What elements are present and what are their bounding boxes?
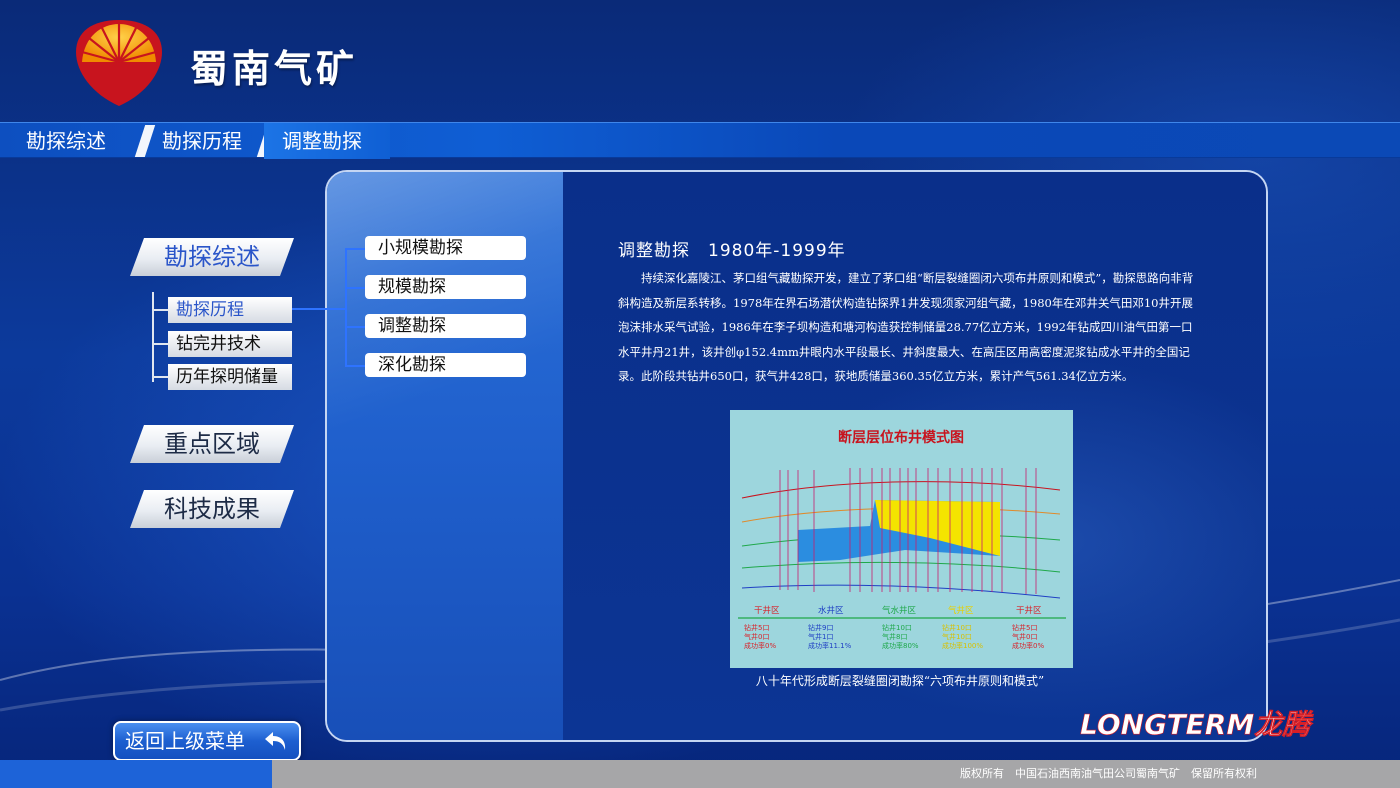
submenu-rail xyxy=(152,292,154,382)
zone-stat: 气井8口 xyxy=(882,632,907,641)
zone-name: 气水井区 xyxy=(882,605,917,616)
tree-trunk xyxy=(345,248,347,366)
breadcrumb-item-current[interactable]: 调整勘探 xyxy=(264,123,390,159)
submenu-tick xyxy=(152,343,168,345)
zone-stat: 成功率0% xyxy=(744,641,776,650)
zone-stat: 气井10口 xyxy=(942,632,972,641)
figure-title: 断层层位布井模式图 xyxy=(838,429,964,446)
back-to-menu-button[interactable]: 返回上级菜单 xyxy=(113,721,301,761)
submenu-item-drilling[interactable]: 钻完井技术 xyxy=(168,331,292,357)
submenu-item-history[interactable]: 勘探历程 xyxy=(168,297,292,323)
tree-branch xyxy=(345,287,365,289)
footer-accent xyxy=(0,760,272,788)
brand-text: LONGTERM龙腾 xyxy=(1080,708,1314,741)
zone-stat: 钻井5口 xyxy=(1012,623,1037,632)
tree-branch xyxy=(345,365,365,367)
tree-branch xyxy=(345,248,365,250)
zone-stat: 钻井10口 xyxy=(942,623,972,632)
zone-stat: 气井1口 xyxy=(808,632,833,641)
submenu-tick xyxy=(152,309,168,311)
zone-name: 气井区 xyxy=(948,605,974,616)
menu-item-overview[interactable]: 勘探综述 xyxy=(130,238,294,276)
zone-stat: 成功率11.1% xyxy=(808,641,852,650)
zone-stat: 气井0口 xyxy=(1012,632,1037,641)
tree-branch xyxy=(345,326,365,328)
well-pattern-figure: 断层层位布井模式图 干井区 水井区 气水井区 气井区 干井区 钻井5口 气井0口… xyxy=(730,410,1073,668)
stage-large-scale[interactable]: 规模勘探 xyxy=(365,275,526,299)
stage-deepening[interactable]: 深化勘探 xyxy=(365,353,526,377)
breadcrumb-item-history[interactable]: 勘探历程 xyxy=(136,123,260,159)
zone-name: 干井区 xyxy=(754,605,780,616)
brand-logo: LONGTERM龙腾 xyxy=(1080,708,1315,742)
submenu-tick xyxy=(152,376,168,378)
breadcrumb-item-overview[interactable]: 勘探综述 xyxy=(0,123,124,159)
tree-connector xyxy=(292,308,346,310)
zone-stat: 钻井9口 xyxy=(808,623,833,632)
figure-caption: 八十年代形成断层裂缝圈闭勘探“六项布井原则和模式” xyxy=(755,674,1045,688)
stage-adjustment[interactable]: 调整勘探 xyxy=(365,314,526,338)
zone-stat: 钻井5口 xyxy=(744,623,769,632)
copyright-text: 版权所有 中国石油西南油气田公司蜀南气矿 保留所有权利 xyxy=(960,767,1257,780)
zone-stat: 成功率100% xyxy=(942,641,983,650)
zone-stat: 成功率80% xyxy=(882,641,919,650)
content-title: 调整勘探 1980年-1999年 xyxy=(618,241,846,261)
well-pattern-diagram: 断层层位布井模式图 干井区 水井区 气水井区 气井区 干井区 钻井5口 气井0口… xyxy=(738,429,1066,650)
zone-stat: 钻井10口 xyxy=(882,623,912,632)
submenu-item-reserves[interactable]: 历年探明储量 xyxy=(168,364,292,390)
menu-item-key-areas[interactable]: 重点区域 xyxy=(130,425,294,463)
zone-stat: 成功率0% xyxy=(1012,641,1044,650)
zone-name: 干井区 xyxy=(1016,605,1042,616)
content-body: 持续深化嘉陵江、茅口组气藏勘探开发，建立了茅口组“断层裂缝圈闭六项布井原则和模式… xyxy=(618,271,1194,383)
zone-stat: 气井0口 xyxy=(744,632,769,641)
back-button-label: 返回上级菜单 xyxy=(125,729,245,753)
petrochina-sun-logo-icon xyxy=(76,20,162,106)
app-title: 蜀南气矿 xyxy=(190,47,359,91)
return-arrow-icon xyxy=(265,732,286,750)
stage-small-scale[interactable]: 小规模勘探 xyxy=(365,236,526,260)
breadcrumb: 勘探综述 勘探历程 调整勘探 xyxy=(0,122,1400,159)
zone-name: 水井区 xyxy=(818,605,844,616)
menu-item-tech-results[interactable]: 科技成果 xyxy=(130,490,294,528)
